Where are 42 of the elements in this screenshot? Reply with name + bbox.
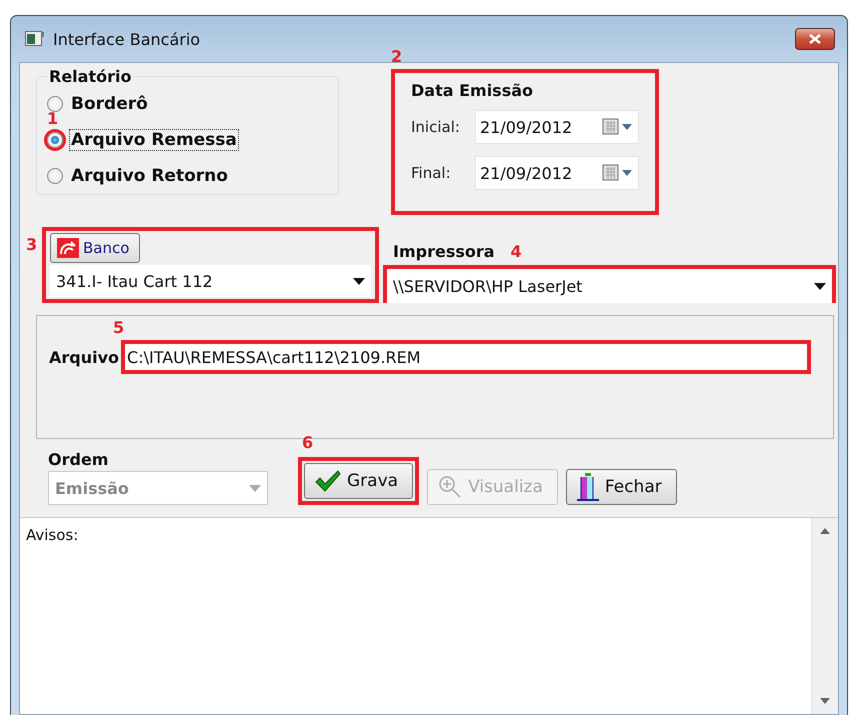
dropdown-arrow-icon bbox=[814, 282, 826, 290]
group-title: Relatório bbox=[48, 67, 132, 86]
close-icon bbox=[809, 34, 821, 44]
messages-label: Avisos: bbox=[25, 525, 80, 546]
scroll-down-icon[interactable] bbox=[820, 698, 830, 704]
close-button[interactable] bbox=[795, 28, 835, 50]
zoom-in-icon bbox=[438, 475, 462, 499]
field-label: Ordem bbox=[48, 450, 110, 469]
radio-label: Borderô bbox=[70, 93, 149, 115]
printer-dropdown[interactable]: \\SERVIDOR\HP LaserJet bbox=[387, 269, 832, 303]
field-label: Arquivo bbox=[49, 348, 120, 367]
checkmark-icon bbox=[315, 470, 341, 492]
radio-button[interactable] bbox=[47, 168, 63, 184]
close-button[interactable]: Fechar bbox=[566, 469, 677, 505]
radio-button[interactable] bbox=[47, 96, 63, 112]
field-label: Impressora bbox=[393, 242, 495, 261]
field-label: Inicial: bbox=[411, 118, 461, 136]
scroll-up-icon[interactable] bbox=[820, 528, 830, 534]
annotation-number: 4 bbox=[510, 242, 522, 261]
radio-label: Arquivo Retorno bbox=[70, 165, 229, 187]
bank-dropdown[interactable]: 341.I- Itau Cart 112 bbox=[50, 265, 371, 297]
field-label: Final: bbox=[411, 164, 452, 182]
annotation-number: 2 bbox=[391, 49, 402, 65]
annotation-number: 5 bbox=[113, 320, 124, 336]
group-title: Data Emissão bbox=[411, 81, 534, 100]
annotation-number: 3 bbox=[26, 237, 38, 253]
dropdown-arrow-icon bbox=[353, 278, 365, 284]
calendar-dropdown-icon bbox=[602, 164, 634, 182]
calendar-dropdown-icon bbox=[602, 118, 634, 136]
app-window-icon bbox=[25, 31, 45, 47]
radio-label: Arquivo Remessa bbox=[69, 129, 239, 151]
bank-logo-icon bbox=[57, 238, 79, 258]
date-field[interactable]: 21/09/2012 bbox=[475, 110, 639, 144]
window-title: Interface Bancário bbox=[53, 30, 200, 48]
annotation-number: 1 bbox=[47, 111, 58, 127]
date-field[interactable]: 21/09/2012 bbox=[475, 156, 639, 190]
save-button[interactable]: Grava bbox=[304, 463, 414, 499]
door-icon bbox=[576, 473, 599, 501]
radio-button[interactable] bbox=[47, 132, 63, 148]
bank-button[interactable]: Banco bbox=[50, 233, 140, 263]
dropdown-arrow-icon bbox=[249, 484, 261, 492]
annotation-number: 6 bbox=[302, 435, 314, 451]
